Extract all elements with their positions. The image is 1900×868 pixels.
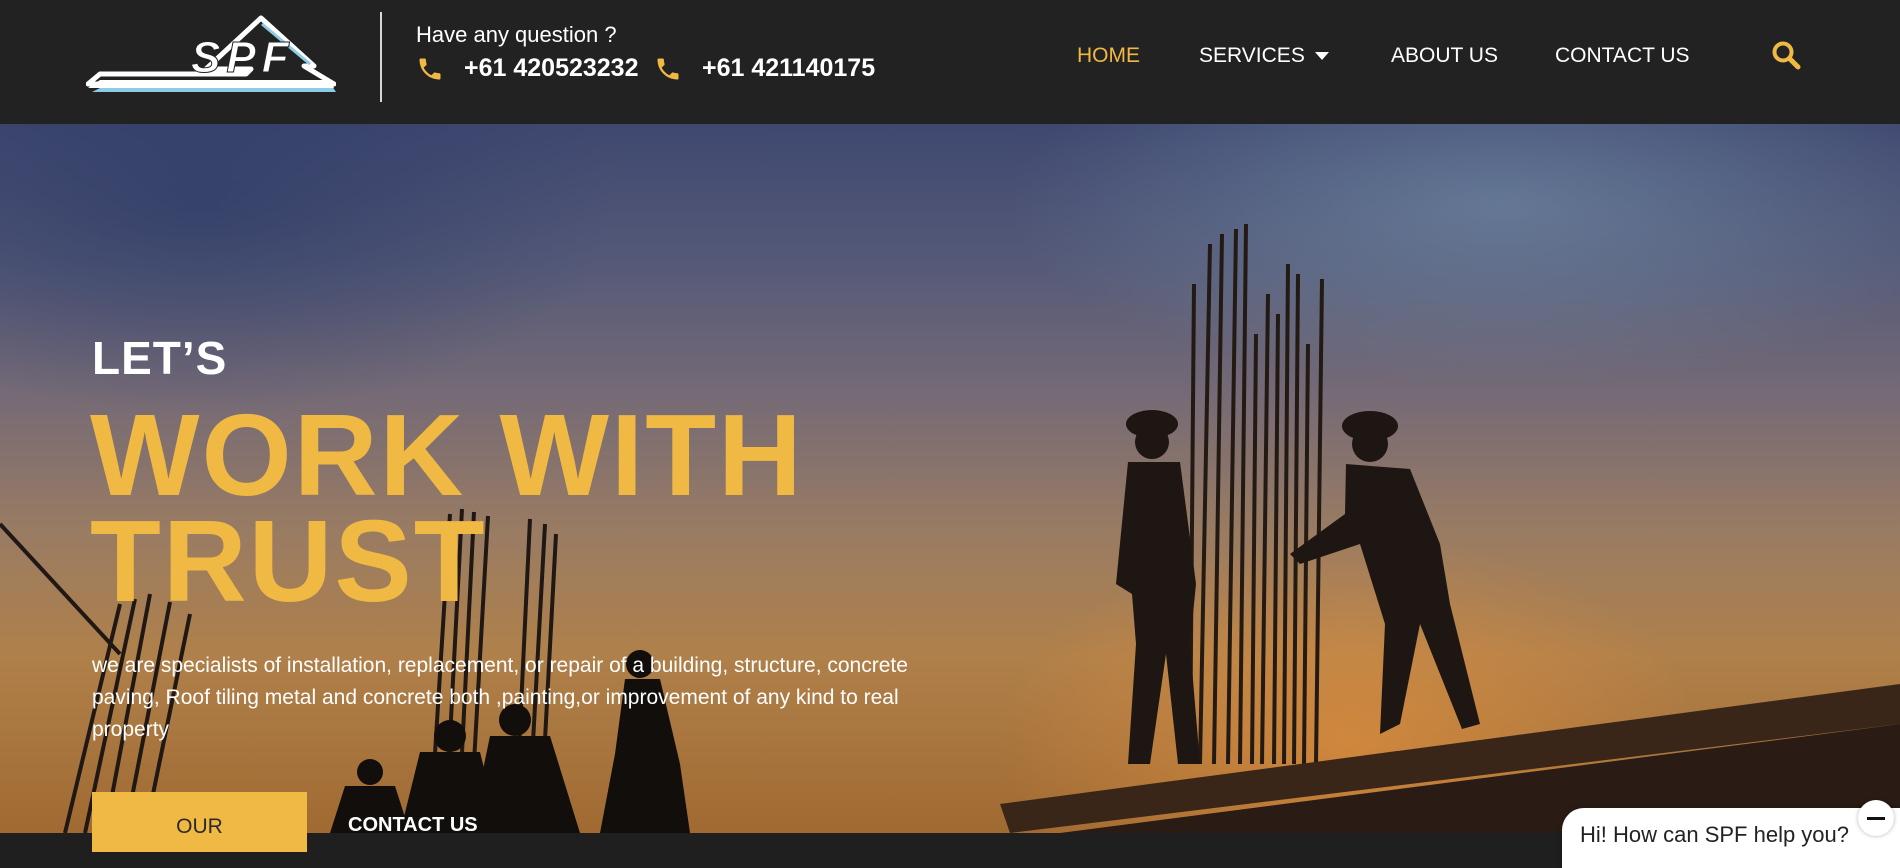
phone-icon (419, 58, 441, 79)
nav-home[interactable]: HOME (1077, 44, 1140, 68)
chat-widget[interactable]: Hi! How can SPF help you? (1562, 808, 1900, 868)
nav-about[interactable]: ABOUT US (1391, 44, 1498, 68)
nav-contact[interactable]: CONTACT US (1555, 44, 1690, 68)
hero-headline-line-2: TRUST (90, 496, 487, 626)
chat-message: Hi! How can SPF help you? (1580, 822, 1850, 847)
caret-down-icon (1314, 52, 1329, 61)
hero-kicker: LET’S (92, 332, 228, 384)
phone-1[interactable]: +61 420523232 (416, 54, 639, 83)
phone-number-2[interactable]: +61 421140175 (702, 54, 875, 83)
question-label: Have any question ? (416, 22, 617, 47)
logo-text: SPF (191, 33, 295, 82)
site-header: SPF Have any question ? +61 420523232 +6… (0, 0, 1900, 124)
nav-services[interactable]: SERVICES (1199, 44, 1329, 68)
minus-icon[interactable] (1858, 800, 1894, 836)
search-icon[interactable] (1771, 40, 1801, 70)
phone-number-1[interactable]: +61 420523232 (464, 54, 639, 83)
phone-2[interactable]: +61 421140175 (654, 54, 875, 83)
phone-icon (657, 58, 679, 79)
hero-headline-line-1: WORK WITH (90, 390, 804, 520)
contact-us-button[interactable]: CONTACT US (348, 814, 478, 837)
our-services-button[interactable]: OUR (92, 792, 307, 852)
header-divider (380, 12, 382, 102)
hero-description: we are specialists of installation, repl… (92, 654, 908, 741)
hero-headline: WORK WITH TRUST (90, 390, 804, 626)
spf-logo[interactable]: SPF (86, 14, 336, 102)
nav-services-label: SERVICES (1199, 44, 1305, 67)
